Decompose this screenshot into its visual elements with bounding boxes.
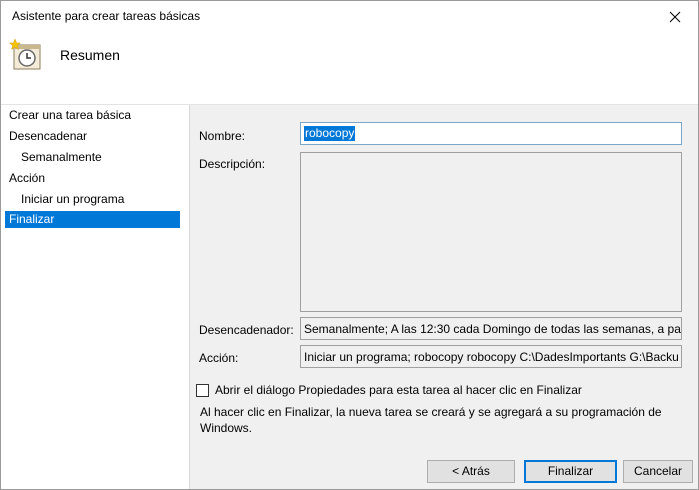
open-properties-checkbox[interactable]	[196, 383, 209, 397]
open-properties-label: Abrir el diálogo Propiedades para esta t…	[215, 383, 582, 397]
wizard-header: Resumen	[1, 32, 698, 105]
back-button[interactable]: < Atrás	[427, 460, 515, 483]
finish-button[interactable]: Finalizar	[524, 460, 617, 483]
title-bar: Asistente para crear tareas básicas	[1, 1, 698, 32]
open-properties-option[interactable]: Abrir el diálogo Propiedades para esta t…	[196, 383, 582, 397]
trigger-field[interactable]: Semanalmente; A las 12:30 cada Domingo d…	[300, 317, 682, 340]
action-value: Iniciar un programa; robocopy robocopy C…	[304, 350, 679, 364]
window-title: Asistente para crear tareas básicas	[12, 9, 201, 23]
description-label: Descripción:	[199, 157, 266, 171]
name-label: Nombre:	[199, 129, 246, 143]
sidebar-item-action[interactable]: Acción	[5, 170, 180, 187]
cancel-button[interactable]: Cancelar	[623, 460, 693, 483]
sidebar-item-trigger[interactable]: Desencadenar	[5, 128, 180, 145]
finish-note: Al hacer clic en Finalizar, la nueva tar…	[200, 405, 662, 435]
close-button[interactable]	[652, 1, 698, 32]
close-icon	[669, 11, 681, 22]
sidebar-item-start-program[interactable]: Iniciar un programa	[5, 191, 180, 208]
action-label: Acción:	[199, 351, 239, 365]
scheduled-task-icon	[9, 38, 41, 70]
trigger-label: Desencadenador:	[199, 323, 294, 337]
name-field-value: robocopy	[304, 126, 356, 141]
sidebar-item-finish[interactable]: Finalizar	[5, 211, 180, 228]
action-field[interactable]: Iniciar un programa; robocopy robocopy C…	[300, 345, 682, 368]
sidebar-item-weekly[interactable]: Semanalmente	[5, 149, 180, 166]
trigger-value: Semanalmente; A las 12:30 cada Domingo d…	[304, 322, 682, 336]
name-field[interactable]: robocopy	[300, 122, 682, 145]
sidebar-item-create-basic-task[interactable]: Crear una tarea básica	[5, 107, 180, 124]
wizard-window: Asistente para crear tareas básicas Resu…	[0, 0, 699, 490]
description-field[interactable]	[300, 152, 682, 312]
wizard-steps-sidebar: Crear una tarea básica Desencadenar Sema…	[1, 105, 190, 489]
page-title: Resumen	[60, 47, 120, 63]
